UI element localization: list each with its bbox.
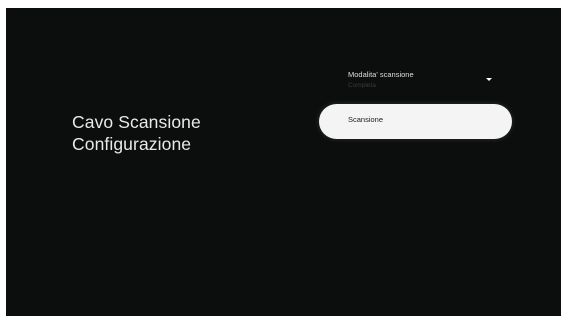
- tv-screen: Cavo Scansione Configurazione Modalita' …: [6, 8, 561, 316]
- scan-mode-label: Modalita' scansione: [348, 70, 414, 79]
- scan-mode-value: Completa: [348, 82, 376, 89]
- scan-mode-dropdown[interactable]: Modalita' scansione Completa: [344, 68, 502, 96]
- page-title-line-1: Cavo Scansione: [72, 112, 201, 132]
- caret-down-icon: [486, 78, 492, 81]
- page-title: Cavo Scansione Configurazione: [72, 111, 201, 155]
- scan-button[interactable]: Scansione: [319, 104, 512, 139]
- page-title-line-2: Configurazione: [72, 134, 192, 154]
- scan-button-label: Scansione: [348, 115, 384, 124]
